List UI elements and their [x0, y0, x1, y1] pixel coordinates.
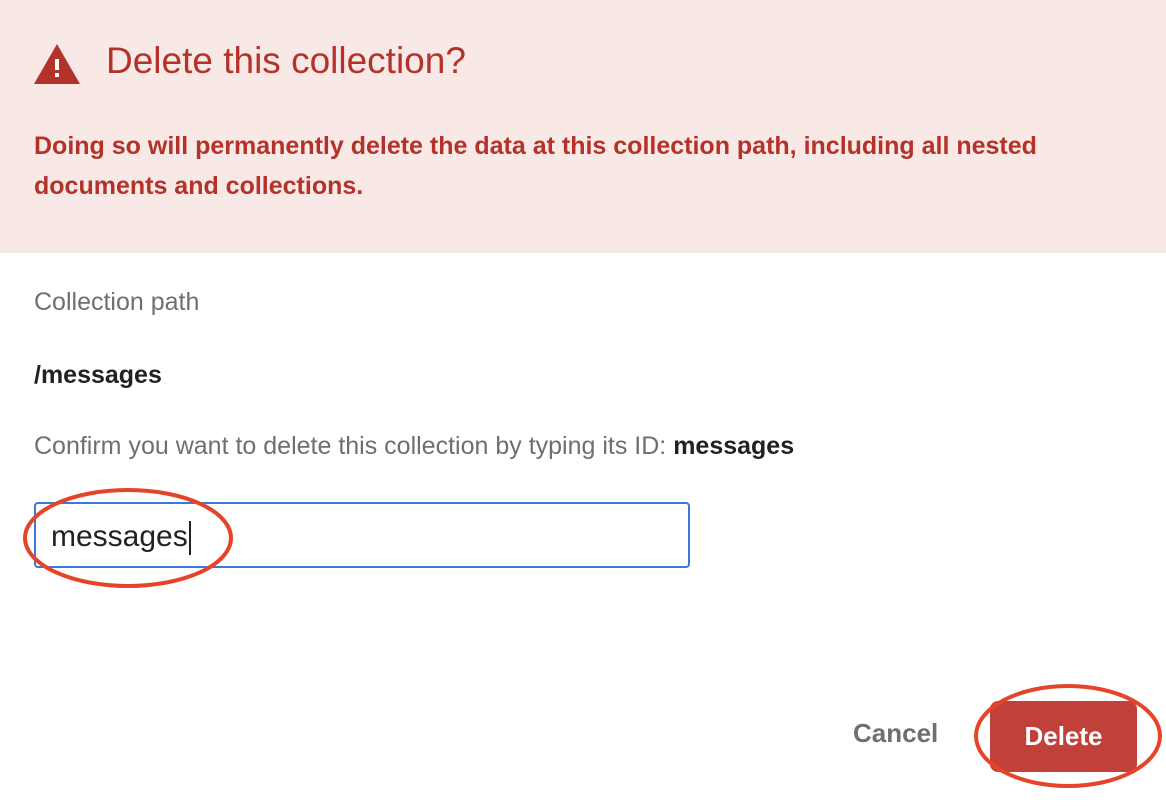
collection-path-label: Collection path	[34, 288, 200, 316]
confirm-id: messages	[673, 432, 795, 460]
delete-button-label: Delete	[1024, 721, 1103, 751]
dialog-header: Delete this collection? Doing so will pe…	[0, 0, 1166, 253]
confirm-instruction: Confirm you want to delete this collecti…	[34, 432, 794, 461]
warning-description: Doing so will permanently delete the dat…	[34, 132, 1037, 200]
input-value: messages	[51, 520, 188, 553]
confirm-prefix: Confirm you want to delete this collecti…	[34, 432, 674, 460]
warning-triangle-icon	[34, 44, 80, 84]
confirm-id-input[interactable]: messages	[34, 502, 690, 568]
delete-button[interactable]: Delete	[990, 701, 1137, 772]
dialog-title: Delete this collection?	[106, 40, 466, 81]
collection-path-value: /messages	[34, 361, 162, 389]
cancel-button[interactable]: Cancel	[853, 718, 938, 749]
text-caret	[188, 521, 191, 556]
